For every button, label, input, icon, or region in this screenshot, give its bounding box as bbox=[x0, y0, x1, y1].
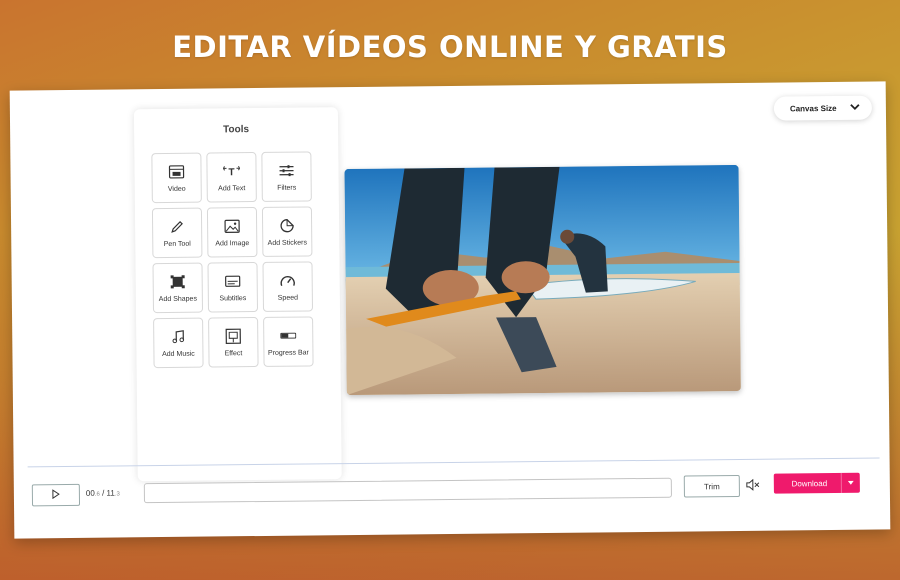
tools-grid: Video T Add Text Filters Pen Tool Add Im… bbox=[151, 151, 325, 369]
svg-text:T: T bbox=[228, 167, 234, 177]
video-icon bbox=[168, 163, 185, 181]
current-time: 00 bbox=[85, 488, 95, 498]
tool-label: Add Text bbox=[218, 185, 246, 193]
image-icon bbox=[224, 217, 240, 235]
tool-subtitles[interactable]: Subtitles bbox=[207, 262, 259, 313]
tool-effect[interactable]: Effect bbox=[208, 317, 259, 368]
tools-title: Tools bbox=[223, 124, 250, 136]
canvas-size-label: Canvas Size bbox=[789, 103, 837, 113]
mute-icon[interactable] bbox=[746, 478, 760, 496]
subtitles-icon bbox=[225, 272, 241, 290]
caret-down-icon[interactable] bbox=[840, 472, 860, 493]
canvas-size-dropdown[interactable]: Canvas Size bbox=[773, 95, 873, 121]
tool-add-shapes[interactable]: Add Shapes bbox=[152, 262, 204, 314]
tool-label: Video bbox=[167, 185, 186, 193]
sticker-icon bbox=[280, 217, 294, 235]
speed-icon bbox=[280, 272, 296, 290]
total-time: 11 bbox=[106, 488, 115, 498]
tool-add-music[interactable]: Add Music bbox=[153, 317, 204, 369]
shapes-icon bbox=[170, 273, 186, 291]
tool-label: Add Image bbox=[215, 240, 250, 248]
tool-label: Effect bbox=[224, 350, 243, 358]
text-icon: T bbox=[222, 162, 241, 180]
tool-label: Add Music bbox=[162, 350, 195, 359]
tool-progress-bar[interactable]: Progress Bar bbox=[263, 316, 314, 367]
play-button[interactable] bbox=[31, 483, 81, 507]
progress-bar-icon bbox=[280, 327, 297, 345]
video-preview-image bbox=[344, 164, 741, 396]
effect-icon bbox=[225, 327, 241, 345]
tool-filters[interactable]: Filters bbox=[261, 151, 312, 202]
tool-label: Progress Bar bbox=[267, 349, 309, 357]
tool-add-stickers[interactable]: Add Stickers bbox=[261, 206, 313, 257]
total-time-fraction: .3 bbox=[114, 491, 120, 498]
filters-icon bbox=[278, 162, 294, 180]
tool-label: Speed bbox=[277, 294, 299, 302]
tool-label: Subtitles bbox=[219, 295, 247, 303]
time-readout: 00.6 / 11.3 bbox=[85, 488, 120, 498]
video-preview[interactable] bbox=[344, 164, 741, 396]
tool-label: Filters bbox=[277, 184, 297, 192]
page-headline: EDITAR VÍDEOS ONLINE Y GRATIS bbox=[172, 30, 728, 64]
tool-speed[interactable]: Speed bbox=[262, 261, 314, 312]
tool-label: Add Shapes bbox=[158, 295, 197, 304]
player-controls: 00.6 / 11.3 Trim Download bbox=[14, 469, 890, 518]
tool-add-image[interactable]: Add Image bbox=[206, 207, 258, 258]
tools-panel: Tools Video T Add Text Filters Pen Tool … bbox=[133, 107, 342, 482]
tool-add-text[interactable]: T Add Text bbox=[206, 152, 257, 203]
tool-pen[interactable]: Pen Tool bbox=[151, 207, 203, 259]
tool-video[interactable]: Video bbox=[151, 152, 202, 204]
trim-button[interactable]: Trim bbox=[683, 474, 740, 498]
tool-label: Pen Tool bbox=[163, 240, 191, 248]
music-icon bbox=[171, 328, 185, 346]
timeline-scrubber[interactable] bbox=[143, 477, 672, 504]
download-button[interactable]: Download bbox=[773, 472, 860, 494]
tool-label: Add Stickers bbox=[267, 239, 307, 247]
play-icon bbox=[52, 486, 60, 504]
download-label: Download bbox=[791, 478, 828, 488]
chevron-down-icon bbox=[850, 103, 860, 112]
pen-icon bbox=[170, 218, 184, 236]
editor-window: Tools Video T Add Text Filters Pen Tool … bbox=[9, 81, 891, 539]
